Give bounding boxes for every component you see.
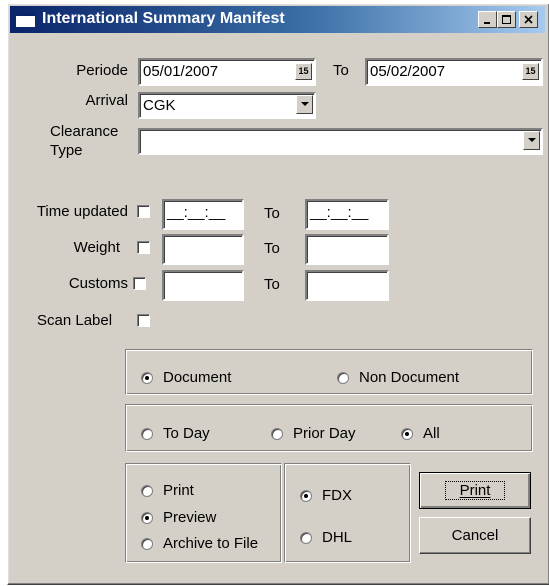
cancel-button-label: Cancel xyxy=(451,527,499,544)
clearance-label-line2: Type xyxy=(50,142,83,159)
maximize-icon xyxy=(502,15,511,24)
window-title: International Summary Manifest xyxy=(42,10,285,27)
all-radio-label: All xyxy=(423,425,440,442)
time-updated-label: Time updated xyxy=(36,203,128,220)
periode-from-value: 05/01/2007 xyxy=(143,63,219,80)
radio-button[interactable] xyxy=(141,511,153,524)
customs-to-label: To xyxy=(264,276,280,293)
time-updated-checkbox[interactable] xyxy=(137,205,150,218)
radio-button[interactable] xyxy=(141,537,153,550)
document-radio-label: Document xyxy=(163,369,232,386)
radio-button[interactable] xyxy=(141,427,153,440)
carrier-group xyxy=(284,463,411,563)
time-updated-to-field[interactable]: __:__:__ xyxy=(305,199,389,230)
customs-to-field[interactable] xyxy=(305,270,389,301)
radio-button[interactable] xyxy=(300,489,312,502)
document-radio[interactable]: Document xyxy=(141,369,231,386)
chevron-down-icon[interactable] xyxy=(296,95,313,114)
customs-checkbox[interactable] xyxy=(133,277,146,290)
calendar-icon[interactable]: 15 xyxy=(295,63,312,80)
fdx-radio[interactable]: FDX xyxy=(300,487,352,504)
clearance-type-label: Clearance Type xyxy=(50,122,118,160)
periode-to-label: To xyxy=(333,62,349,79)
scan-label-checkbox[interactable] xyxy=(137,314,150,327)
print-button[interactable]: Print xyxy=(419,472,531,509)
chevron-down-icon[interactable] xyxy=(523,131,540,150)
prior-day-radio[interactable]: Prior Day xyxy=(271,425,356,442)
calendar-glyph: 15 xyxy=(298,66,309,76)
radio-button[interactable] xyxy=(271,427,283,440)
time-updated-to-label: To xyxy=(264,205,280,222)
close-icon xyxy=(524,15,533,24)
dhl-radio[interactable]: DHL xyxy=(300,529,352,546)
arrival-select[interactable]: CGK xyxy=(138,92,316,119)
maximize-button[interactable] xyxy=(497,11,516,28)
non-document-radio[interactable]: Non Document xyxy=(337,369,459,386)
to-day-radio-label: To Day xyxy=(163,425,210,442)
periode-to-field[interactable]: 05/02/2007 15 xyxy=(365,58,543,86)
weight-to-label: To xyxy=(264,240,280,257)
preview-radio[interactable]: Preview xyxy=(141,509,216,526)
calendar-glyph: 15 xyxy=(525,66,536,76)
print-button-label: Print xyxy=(444,481,506,500)
archive-to-file-radio[interactable]: Archive to File xyxy=(141,535,258,552)
arrival-value: CGK xyxy=(143,97,176,114)
minimize-icon xyxy=(484,22,490,24)
arrival-label: Arrival xyxy=(85,92,128,109)
clearance-label-line1: Clearance xyxy=(50,123,119,140)
customs-from-field[interactable] xyxy=(162,270,244,301)
weight-from-field[interactable] xyxy=(162,234,244,265)
weight-label: Weight xyxy=(73,239,120,256)
close-button[interactable] xyxy=(519,11,538,28)
all-radio[interactable]: All xyxy=(401,425,440,442)
periode-from-field[interactable]: 05/01/2007 15 xyxy=(138,58,316,86)
customs-label: Customs xyxy=(68,275,128,292)
minimize-button[interactable] xyxy=(478,11,497,28)
dhl-radio-label: DHL xyxy=(322,529,353,546)
time-updated-from-field[interactable]: __:__:__ xyxy=(162,199,244,230)
scan-label-label: Scan Label xyxy=(37,312,113,329)
print-output-radio[interactable]: Print xyxy=(141,482,194,499)
time-updated-to-value: __:__:__ xyxy=(310,204,369,221)
to-day-radio[interactable]: To Day xyxy=(141,425,210,442)
preview-radio-label: Preview xyxy=(163,509,217,526)
calendar-icon[interactable]: 15 xyxy=(522,63,539,80)
radio-button[interactable] xyxy=(300,531,312,544)
time-updated-from-value: __:__:__ xyxy=(167,204,226,221)
window-icon xyxy=(16,13,35,27)
weight-checkbox[interactable] xyxy=(137,241,150,254)
radio-button[interactable] xyxy=(141,484,153,497)
print-output-radio-label: Print xyxy=(163,482,194,499)
periode-to-value: 05/02/2007 xyxy=(370,63,446,80)
non-document-radio-label: Non Document xyxy=(359,369,460,386)
fdx-radio-label: FDX xyxy=(322,487,352,504)
radio-button[interactable] xyxy=(337,371,349,384)
radio-button[interactable] xyxy=(401,427,413,440)
weight-to-field[interactable] xyxy=(305,234,389,265)
cancel-button[interactable]: Cancel xyxy=(419,517,531,554)
archive-to-file-radio-label: Archive to File xyxy=(163,535,259,552)
clearance-type-select[interactable] xyxy=(138,128,543,155)
periode-label: Periode xyxy=(76,62,128,79)
prior-day-radio-label: Prior Day xyxy=(293,425,356,442)
radio-button[interactable] xyxy=(141,371,153,384)
